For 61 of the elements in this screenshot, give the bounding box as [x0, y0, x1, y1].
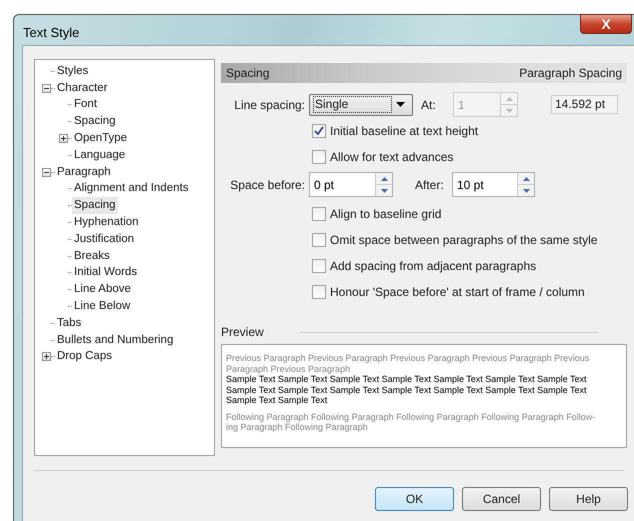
tree-item[interactable]: Bullets and Numbering [55, 332, 176, 349]
spin-buttons[interactable] [375, 173, 392, 196]
section-title: Spacing [226, 65, 270, 82]
checkbox-label: Add spacing from adjacent paragraphs [330, 258, 536, 275]
preview-previous-text: Previous Paragraph Previous Paragraph Previous Paragraph Previous Paragraph Previous [226, 353, 590, 364]
tree-item[interactable]: Font [72, 96, 100, 114]
checkbox[interactable] [312, 285, 326, 299]
dialog-button[interactable]: Cancel [462, 487, 541, 511]
tree-item[interactable]: Tabs [55, 314, 84, 332]
checkbox-label: Align to baseline grid [330, 206, 442, 223]
checkbox-label: Initial baseline at text height [330, 123, 478, 140]
tree-item[interactable]: Drop Caps [55, 348, 114, 366]
tree-item[interactable]: Spacing [72, 113, 118, 130]
expand-icon[interactable] [59, 134, 68, 144]
checkbox[interactable] [312, 259, 326, 273]
tree-item[interactable]: Initial Words [72, 264, 140, 282]
preview-title: Preview [221, 324, 264, 341]
tree-item[interactable]: Alignment and Indents [72, 180, 190, 198]
tree-item[interactable]: Breaks [72, 248, 112, 265]
preview-following-text: Following Paragraph Following Paragraph Following Paragraph Following Paragraph Follow- [226, 412, 596, 422]
dialog-button[interactable]: Help [549, 487, 628, 511]
dropdown-arrow-icon [396, 102, 405, 107]
preview-sample-text: Sample Text Sample Text [226, 395, 328, 406]
close-button[interactable]: X [580, 14, 632, 34]
checkbox[interactable] [312, 150, 326, 164]
spin-field[interactable]: 0 pt [309, 172, 393, 197]
field-label: Space before: [229, 176, 306, 194]
tree-item[interactable]: Language [72, 146, 128, 164]
field-label: Line spacing: [233, 96, 306, 114]
checkbox-label: Honour 'Space before' at start of frame / column [330, 284, 585, 301]
checkbox[interactable] [312, 233, 326, 247]
checkbox-label: Allow for text advances [330, 149, 454, 166]
section-subtitle: Paragraph Spacing [519, 65, 622, 82]
tree-item[interactable]: Line Above [72, 281, 133, 298]
check-icon [314, 126, 324, 136]
checkbox-label: Omit space between paragraphs of the same style [330, 232, 598, 249]
tree-item[interactable]: OpenType [72, 130, 130, 148]
checkbox[interactable] [312, 207, 326, 221]
expand-icon[interactable] [42, 352, 51, 362]
spin-buttons[interactable] [517, 173, 534, 196]
tree-item[interactable]: Paragraph [55, 164, 113, 181]
preview-previous-text: Paragraph Previous Paragraph [226, 364, 352, 374]
field-label: After: [415, 176, 445, 194]
tree-item[interactable]: Hyphenation [72, 214, 141, 232]
line-spacing-dropdown[interactable]: Single [309, 94, 413, 116]
tree-item[interactable]: Spacing [72, 197, 118, 214]
tree-item[interactable]: Line Below [72, 298, 132, 316]
field-label: At: [421, 96, 437, 114]
tree-item[interactable]: Justification [72, 230, 136, 248]
window-title: Text Style [23, 24, 80, 42]
dialog-button[interactable]: OK [375, 487, 454, 511]
preview-sample-text: Sample Text Sample Text Sample Text Sample Text Sample Text Sample Text Sample Text [226, 384, 588, 395]
tree-item[interactable]: Styles [55, 62, 90, 80]
collapse-icon[interactable] [42, 168, 51, 177]
collapse-icon[interactable] [42, 84, 51, 93]
preview-following-text: ing Paragraph Following Paragraph [226, 422, 369, 432]
preview-sample-text: Sample Text Sample Text Sample Text Sample Text Sample Text Sample Text Sample Text [226, 374, 588, 384]
computed-value: 14.592 pt [551, 95, 618, 114]
tree-item[interactable]: Character [55, 80, 110, 97]
spin-field[interactable]: 10 pt [452, 172, 535, 197]
checkbox[interactable] [312, 124, 326, 138]
